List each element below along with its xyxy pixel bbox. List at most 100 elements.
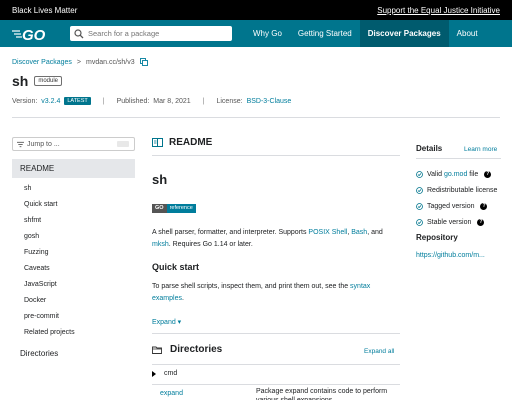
version-label: Version:: [12, 97, 38, 105]
directories-title: Directories: [170, 344, 223, 355]
book-icon: [152, 138, 163, 147]
detail-text: Redistributable license: [427, 186, 498, 194]
help-icon[interactable]: ?: [480, 202, 488, 210]
main-nav: Why Go Getting Started Discover Packages…: [245, 20, 486, 47]
directory-expand-link[interactable]: expand: [160, 390, 183, 397]
repository-link[interactable]: https://github.com/m...: [416, 252, 485, 259]
readme-header: README: [152, 137, 212, 148]
license-link[interactable]: BSD-3-Clause: [247, 98, 292, 105]
desc-text: . Requires Go 1.14 or later.: [168, 241, 253, 248]
published-date: Mar 8, 2021: [153, 97, 191, 105]
sidebar-item-caveats[interactable]: Caveats: [24, 261, 75, 277]
desc-text: A shell parser, formatter, and interpret…: [152, 229, 309, 236]
banner-link[interactable]: Support the Equal Justice Initiative: [377, 6, 500, 15]
details-title: Details: [416, 144, 443, 153]
badge-go: GO: [152, 204, 167, 213]
sidebar-item-javascript[interactable]: JavaScript: [24, 277, 75, 293]
divider: [152, 155, 400, 156]
search-icon: [74, 28, 84, 38]
search-box[interactable]: [70, 26, 232, 41]
sidebar-readme[interactable]: README: [12, 159, 135, 178]
svg-text:GO: GO: [22, 27, 46, 42]
sidebar-item-quick-start[interactable]: Quick start: [24, 197, 75, 213]
badge-reference: reference: [166, 204, 196, 213]
license-label: License:: [216, 97, 243, 105]
copy-icon[interactable]: [139, 58, 148, 66]
check-circle-icon: [416, 218, 423, 226]
package-title-row: sh module: [12, 73, 63, 89]
shortcut-key: [117, 141, 129, 147]
check-circle-icon: [416, 186, 423, 194]
detail-text: Tagged version: [427, 202, 475, 210]
sidebar-item-fuzzing[interactable]: Fuzzing: [24, 245, 75, 261]
expand-all-button[interactable]: Expand all: [364, 348, 394, 355]
divider: [152, 364, 400, 365]
directory-expand-desc: Package expand contains code to perform …: [256, 388, 388, 400]
sidebar-item-gosh[interactable]: gosh: [24, 229, 75, 245]
help-icon[interactable]: ?: [477, 218, 485, 226]
breadcrumb-root[interactable]: Discover Packages: [12, 59, 72, 66]
directory-row-cmd[interactable]: cmd: [152, 370, 177, 377]
readme-description: A shell parser, formatter, and interpret…: [152, 227, 400, 251]
detail-text: file: [467, 170, 479, 178]
divider: [152, 384, 400, 385]
quick-start-text: To parse shell scripts, inspect them, an…: [152, 281, 400, 305]
search-input[interactable]: [88, 29, 228, 38]
sidebar-item-pre-commit[interactable]: pre-commit: [24, 309, 75, 325]
nav-about[interactable]: About: [449, 20, 486, 47]
detail-valid-gomod: Valid go.mod file ?: [416, 166, 497, 182]
desc-text: , and: [367, 229, 383, 236]
qs-text: To parse shell scripts, inspect them, an…: [152, 283, 351, 290]
expand-readme-button[interactable]: Expand ▾: [152, 318, 181, 326]
help-icon[interactable]: ?: [484, 170, 492, 178]
jump-to-text: Jump to ...: [27, 140, 60, 148]
check-circle-icon: [416, 170, 423, 178]
site-header: GO Why Go Getting Started Discover Packa…: [0, 20, 512, 47]
sidebar-item-docker[interactable]: Docker: [24, 293, 75, 309]
detail-redistributable: Redistributable license: [416, 182, 497, 198]
go-logo-icon[interactable]: GO: [12, 26, 54, 42]
divider: [152, 333, 400, 334]
details-list: Valid go.mod file ? Redistributable lice…: [416, 166, 497, 230]
sidebar-item-related-projects[interactable]: Related projects: [24, 325, 75, 341]
divider: [416, 158, 501, 159]
quick-start-heading: Quick start: [152, 262, 200, 272]
repository-title: Repository: [416, 233, 458, 242]
mksh-link[interactable]: mksh: [152, 241, 169, 248]
detail-tagged: Tagged version ?: [416, 198, 497, 214]
package-meta: Version: v3.2.4 LATEST | Published: Mar …: [12, 97, 291, 105]
detail-stable: Stable version ?: [416, 214, 497, 230]
bash-link[interactable]: Bash: [351, 229, 367, 236]
latest-badge: LATEST: [64, 97, 91, 105]
gomod-link[interactable]: go.mod: [444, 171, 467, 178]
module-badge: module: [34, 76, 63, 86]
go-reference-badge[interactable]: GO reference: [152, 204, 196, 213]
page-title: sh: [12, 73, 29, 89]
sidebar-readme-list: sh Quick start shfmt gosh Fuzzing Caveat…: [24, 181, 75, 341]
top-banner: Black Lives Matter Support the Equal Jus…: [0, 0, 512, 20]
banner-text: Black Lives Matter: [12, 5, 78, 15]
published-label: Published:: [116, 97, 150, 105]
nav-discover-packages[interactable]: Discover Packages: [359, 20, 449, 47]
readme-heading: sh: [152, 172, 168, 187]
sidebar-item-sh[interactable]: sh: [24, 181, 75, 197]
breadcrumb: Discover Packages > mvdan.cc/sh/v3: [12, 58, 148, 66]
posix-shell-link[interactable]: POSIX Shell: [308, 229, 347, 236]
version-link[interactable]: v3.2.4: [41, 98, 60, 105]
jump-to-input[interactable]: Jump to ...: [12, 137, 135, 151]
sidebar-item-shfmt[interactable]: shfmt: [24, 213, 75, 229]
caret-right-icon: [152, 370, 156, 377]
breadcrumb-separator: >: [76, 58, 82, 66]
directories-header: Directories: [152, 344, 222, 355]
divider: |: [202, 97, 205, 105]
readme-title: README: [169, 137, 213, 148]
qs-text: .: [181, 295, 184, 302]
sidebar-directories[interactable]: Directories: [20, 349, 58, 358]
learn-more-link[interactable]: Learn more: [464, 146, 497, 153]
detail-text: Valid: [427, 170, 444, 178]
nav-why-go[interactable]: Why Go: [245, 20, 290, 47]
nav-getting-started[interactable]: Getting Started: [290, 20, 360, 47]
divider: |: [102, 97, 105, 105]
filter-icon: [17, 141, 24, 147]
breadcrumb-path: mvdan.cc/sh/v3: [86, 58, 135, 66]
